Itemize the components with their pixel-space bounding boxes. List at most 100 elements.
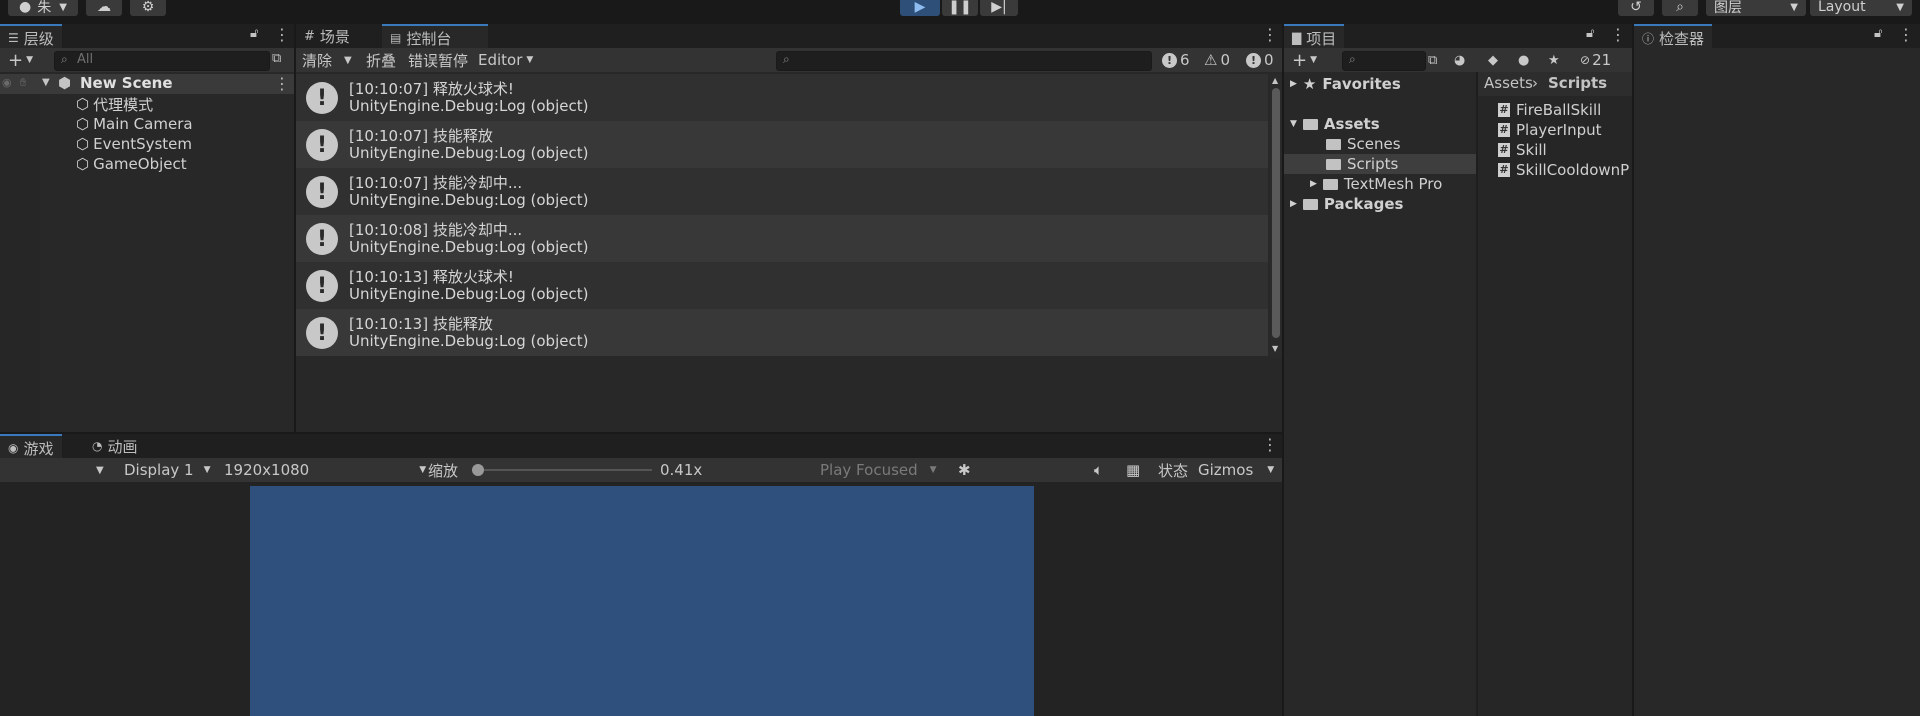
hand-icon[interactable]: ✋︎ <box>20 76 26 90</box>
log-entry[interactable]: ! [10:10:07] 技能释放 UnityEngine.Debug:Log … <box>296 121 1268 168</box>
label-filter-icon[interactable]: ◆ <box>1488 48 1498 72</box>
create-button[interactable]: + ▼ <box>1292 48 1317 72</box>
clear-options-chevron-icon[interactable]: ▼ <box>344 48 352 72</box>
log-entry[interactable]: ! [10:10:08] 技能冷却中... UnityEngine.Debug:… <box>296 215 1268 262</box>
tab-console[interactable]: ▤ 控制台 <box>382 24 488 50</box>
item-label: EventSystem <box>93 135 193 153</box>
resolution-dropdown[interactable]: 1920x1080 ▼ <box>224 458 426 482</box>
folder-item[interactable]: ▶ TextMesh Pro <box>1310 174 1442 194</box>
layers-dropdown[interactable]: 图层 ▼ <box>1706 0 1806 16</box>
history-button[interactable]: ↺ <box>1618 0 1654 16</box>
more-icon[interactable]: ⋮ <box>1610 25 1626 44</box>
hierarchy-item[interactable]: ⬡ EventSystem <box>76 134 192 154</box>
log-entry[interactable]: ! [10:10:07] 释放火球术! UnityEngine.Debug:Lo… <box>296 74 1268 121</box>
scale-slider-thumb[interactable] <box>472 464 484 476</box>
play-mode-dropdown[interactable]: Play Focused ▼ <box>820 458 937 482</box>
layout-dropdown[interactable]: Layout ▼ <box>1810 0 1912 16</box>
chevron-right-icon: ▶ <box>1290 199 1297 209</box>
type-filter-icon[interactable]: ◕ <box>1454 48 1465 72</box>
hierarchy-item[interactable]: ⬡ 代理模式 <box>76 94 153 114</box>
breadcrumb-root[interactable]: Assets <box>1484 74 1533 92</box>
script-file[interactable]: # Skill <box>1498 140 1630 160</box>
step-button[interactable]: ▶| <box>980 0 1018 16</box>
search-filter-icon[interactable]: ⧉ <box>272 51 281 66</box>
scroll-up-icon[interactable]: ▲ <box>1272 76 1278 85</box>
audio-icon[interactable]: 🔈︎ <box>1094 458 1103 482</box>
search-button[interactable]: ⌕ <box>1662 0 1698 16</box>
scroll-down-icon[interactable]: ▼ <box>1272 344 1278 353</box>
more-icon[interactable]: ⋮ <box>1262 435 1278 454</box>
log-filter-toggle[interactable]: ! 6 <box>1162 48 1190 72</box>
packages-folder[interactable]: ▶ Packages <box>1290 194 1403 214</box>
gizmos-dropdown[interactable]: Gizmos ▼ <box>1198 458 1274 482</box>
game-view-dropdown[interactable]: ▼ <box>96 458 104 482</box>
hierarchy-search-input[interactable]: ⌕ All <box>54 51 270 71</box>
collab-button[interactable]: ⚙ <box>130 0 166 16</box>
scene-row[interactable]: ◉ ✋︎ ▼ ⬢ New Scene ⋮ <box>0 74 294 94</box>
breadcrumb-current[interactable]: Scripts <box>1548 74 1607 92</box>
chevron-down-icon[interactable]: ▼ <box>42 77 50 88</box>
scale-text: 缩放 <box>428 461 459 480</box>
chevron-down-icon: ▼ <box>203 465 211 475</box>
display-dropdown[interactable]: Display 1 ▼ <box>124 458 211 482</box>
scrollbar-thumb[interactable] <box>1272 88 1280 338</box>
tab-animation[interactable]: ◔ 动画 <box>84 434 146 458</box>
project-search-input[interactable]: ⌕ <box>1342 51 1426 71</box>
lock-icon[interactable]: 🔓︎ <box>1874 26 1882 41</box>
folder-item[interactable]: Scripts <box>1326 154 1398 174</box>
tab-game[interactable]: ◉ 游戏 <box>0 434 62 460</box>
error-filter-toggle[interactable]: ! 0 <box>1246 48 1274 72</box>
more-icon[interactable]: ⋮ <box>274 25 290 44</box>
cloud-button[interactable]: ☁ <box>86 0 122 16</box>
eye-icon[interactable]: ◉ <box>2 76 12 89</box>
csharp-script-icon: # <box>1498 143 1510 157</box>
log-entry[interactable]: ! [10:10:13] 释放火球术! UnityEngine.Debug:Lo… <box>296 262 1268 309</box>
tab-project[interactable]: ▇ 项目 <box>1284 24 1345 50</box>
project-panel: ▇ 项目 🔓︎ ⋮ + ▼ ⌕ ⧉ ◕ ◆ ● ★ ⊘ 21 ▶ ★ Favorites… <box>1284 24 1632 716</box>
log-entry[interactable]: ! [10:10:13] 技能释放 UnityEngine.Debug:Log … <box>296 309 1268 356</box>
error-pause-button[interactable]: 错误暂停 <box>408 48 468 72</box>
grid-icon[interactable]: ▦ <box>1126 458 1140 482</box>
stats-button[interactable]: 状态 <box>1158 458 1188 482</box>
script-file[interactable]: # PlayerInput <box>1498 120 1630 140</box>
chevron-down-icon: ▼ <box>59 1 67 13</box>
pause-button[interactable]: ❚❚ <box>942 0 978 16</box>
hidden-packages-toggle[interactable]: ⊘ 21 <box>1580 48 1611 72</box>
editor-dropdown[interactable]: Editor ▼ <box>478 48 533 72</box>
bug-icon[interactable]: ✱ <box>958 458 971 482</box>
script-file[interactable]: # FireBallSkill <box>1498 100 1630 120</box>
hierarchy-item[interactable]: ⬡ GameObject <box>76 154 187 174</box>
warning-filter-toggle[interactable]: ⚠ 0 <box>1204 48 1230 72</box>
console-icon: ▤ <box>390 31 402 45</box>
favorites-item[interactable]: ▶ ★ Favorites <box>1290 74 1401 94</box>
search-filter-icon[interactable]: ⧉ <box>1428 48 1437 72</box>
lock-icon[interactable]: 🔓︎ <box>1586 26 1594 41</box>
tab-hierarchy[interactable]: ☰ 层级 <box>0 24 62 50</box>
folder-icon: ▇ <box>1292 31 1302 45</box>
lock-icon[interactable]: 🔓︎ <box>250 26 258 41</box>
assets-folder[interactable]: ▼ Assets <box>1290 114 1380 134</box>
more-icon[interactable]: ⋮ <box>1262 25 1278 44</box>
play-button[interactable]: ▶ <box>900 0 940 16</box>
more-icon[interactable]: ⋮ <box>274 74 290 93</box>
console-search-input[interactable]: ⌕ <box>776 51 1152 71</box>
hierarchy-item[interactable]: ⬡ Main Camera <box>76 114 193 134</box>
console-scrollbar[interactable]: ▲ ▼ <box>1270 74 1282 358</box>
chevron-down-icon: ▼ <box>1310 55 1318 65</box>
game-viewport[interactable] <box>250 486 1034 716</box>
game-panel: ◉ 游戏 ◔ 动画 ⋮ ▼ Display 1 ▼ 1920x1080 ▼ 缩放 0… <box>0 434 1282 716</box>
account-button[interactable]: ● 朱 ▼ <box>8 0 78 16</box>
clear-button[interactable]: 清除 <box>302 48 332 72</box>
add-button[interactable]: + ▼ <box>8 48 33 72</box>
log-filter-icon[interactable]: ● <box>1518 48 1529 72</box>
tab-scene[interactable]: # 场景 <box>296 24 358 48</box>
tab-inspector[interactable]: ⓘ 检查器 <box>1634 24 1713 50</box>
more-icon[interactable]: ⋮ <box>1898 25 1914 44</box>
favorite-icon[interactable]: ★ <box>1548 48 1560 72</box>
collapse-button[interactable]: 折叠 <box>366 48 396 72</box>
log-entry[interactable]: ! [10:10:07] 技能冷却中... UnityEngine.Debug:… <box>296 168 1268 215</box>
log-message: [10:10:07] 技能释放 <box>349 127 493 145</box>
folder-item[interactable]: Scenes <box>1326 134 1401 154</box>
script-file[interactable]: # SkillCooldownP <box>1498 160 1632 180</box>
scale-slider[interactable] <box>472 464 652 476</box>
